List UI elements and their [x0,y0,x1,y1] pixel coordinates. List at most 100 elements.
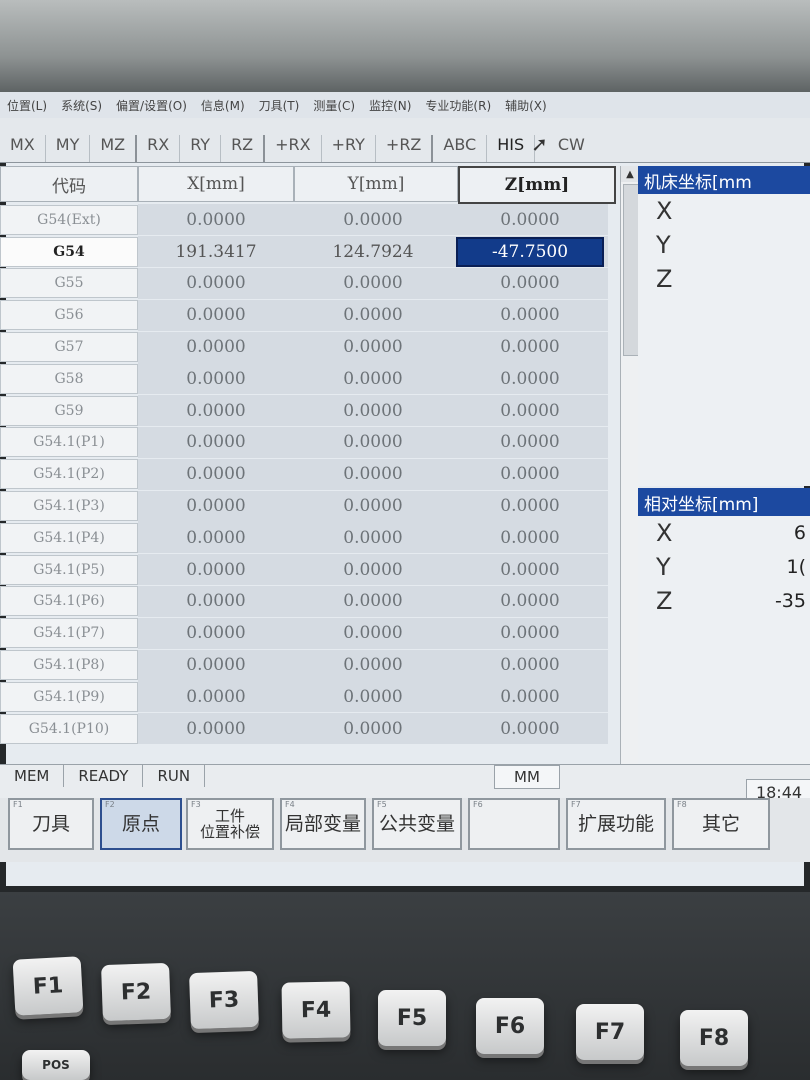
table-row[interactable]: G56 0.0000 0.0000 0.0000 [0,299,616,331]
axis-button-mz[interactable]: MZ [90,135,138,162]
axis-button-ry[interactable]: RY [180,135,222,162]
offset-code-cell[interactable]: G57 [0,332,138,363]
z-value-cell[interactable]: 0.0000 [452,649,608,681]
x-value-cell[interactable]: 0.0000 [138,204,294,236]
offset-code-cell[interactable]: G54.1(P7) [0,618,138,649]
table-row[interactable]: G54.1(P9) 0.0000 0.0000 0.0000 [0,681,616,713]
z-value-cell[interactable]: 0.0000 [452,585,608,617]
offset-code-cell[interactable]: G58 [0,363,138,394]
offset-code-cell[interactable]: G54.1(P6) [0,586,138,617]
axis-button-my[interactable]: MY [46,135,91,162]
x-value-cell[interactable]: 0.0000 [138,617,294,649]
z-value-cell[interactable]: 0.0000 [452,458,608,490]
table-row[interactable]: G54.1(P6) 0.0000 0.0000 0.0000 [0,585,616,618]
hardware-key-pos[interactable]: POS [22,1050,90,1080]
y-value-cell[interactable]: 0.0000 [294,554,452,586]
z-value-cell[interactable]: 0.0000 [452,331,608,363]
z-value-cell[interactable]: 0.0000 [452,204,608,236]
x-value-cell[interactable]: 191.3417 [138,236,294,268]
y-value-cell[interactable]: 0.0000 [294,363,452,395]
hardware-key-f4[interactable]: F4 [281,981,351,1039]
menu-item-position[interactable]: 位置(L) [0,97,54,114]
z-value-cell[interactable]: 0.0000 [452,522,608,554]
z-value-cell[interactable]: 0.0000 [452,713,608,745]
x-value-cell[interactable]: 0.0000 [138,426,294,458]
z-value-cell[interactable]: 0.0000 [452,363,608,395]
y-value-cell[interactable]: 0.0000 [294,617,452,649]
x-value-cell[interactable]: 0.0000 [138,490,294,522]
scroll-up-icon[interactable]: ▲ [621,166,639,182]
table-row[interactable]: G54.1(P7) 0.0000 0.0000 0.0000 [0,617,616,649]
x-value-cell[interactable]: 0.0000 [138,585,294,617]
y-value-cell[interactable]: 0.0000 [294,522,452,554]
axis-button-abc[interactable]: ABC [433,135,488,162]
menu-item-monitor[interactable]: 监控(N) [362,97,418,114]
hardware-key-f7[interactable]: F7 [576,1004,644,1060]
menu-item-measure[interactable]: 测量(C) [306,97,362,114]
z-value-cell[interactable]: 0.0000 [452,395,608,427]
x-value-cell[interactable]: 0.0000 [138,458,294,490]
header-z[interactable]: Z[mm] [458,166,616,204]
menu-item-system[interactable]: 系统(S) [54,97,109,114]
axis-button-plus-rz[interactable]: +RZ [376,135,434,162]
x-value-cell[interactable]: 0.0000 [138,363,294,395]
offset-code-cell[interactable]: G54 [0,236,138,267]
x-value-cell[interactable]: 0.0000 [138,522,294,554]
z-value-cell[interactable]: 0.0000 [452,426,608,458]
axis-button-rx[interactable]: RX [137,135,181,162]
offset-code-cell[interactable]: G55 [0,268,138,299]
axis-button-mx[interactable]: MX [0,135,46,162]
x-value-cell[interactable]: 0.0000 [138,713,294,745]
softkey-local-variables[interactable]: F4 局部变量 [280,798,366,850]
table-row[interactable]: G54.1(P5) 0.0000 0.0000 0.0000 [0,554,616,586]
offset-code-cell[interactable]: G54.1(P2) [0,459,138,490]
x-value-cell[interactable]: 0.0000 [138,331,294,363]
menu-item-special[interactable]: 专业功能(R) [418,97,498,114]
z-value-cell[interactable]: 0.0000 [452,681,608,713]
y-value-cell[interactable]: 0.0000 [294,395,452,427]
y-value-cell[interactable]: 0.0000 [294,331,452,363]
scroll-thumb[interactable] [623,184,639,356]
table-row[interactable]: G57 0.0000 0.0000 0.0000 [0,331,616,363]
offset-code-cell[interactable]: G54(Ext) [0,204,138,235]
offset-code-cell[interactable]: G54.1(P4) [0,522,138,553]
y-value-cell[interactable]: 0.0000 [294,267,452,299]
table-row[interactable]: G54.1(P4) 0.0000 0.0000 0.0000 [0,522,616,554]
axis-button-rz[interactable]: RZ [221,135,266,162]
y-value-cell[interactable]: 0.0000 [294,681,452,713]
softkey-empty[interactable]: F6 [468,798,560,850]
x-value-cell[interactable]: 0.0000 [138,299,294,331]
table-row[interactable]: G59 0.0000 0.0000 0.0000 [0,395,616,427]
axis-button-plus-ry[interactable]: +RY [322,135,376,162]
offset-code-cell[interactable]: G54.1(P1) [0,427,138,458]
table-row[interactable]: G55 0.0000 0.0000 0.0000 [0,267,616,300]
x-value-cell[interactable]: 0.0000 [138,681,294,713]
x-value-cell[interactable]: 0.0000 [138,649,294,681]
y-value-cell[interactable]: 0.0000 [294,649,452,681]
offset-code-cell[interactable]: G56 [0,300,138,331]
softkey-other[interactable]: F8 其它 [672,798,770,850]
softkey-workpiece-compensation[interactable]: F3 工件 位置补偿 [186,798,274,850]
x-value-cell[interactable]: 0.0000 [138,554,294,586]
menu-item-tool[interactable]: 刀具(T) [252,97,307,114]
y-value-cell[interactable]: 0.0000 [294,585,452,617]
table-row[interactable]: G54.1(P3) 0.0000 0.0000 0.0000 [0,490,616,522]
hardware-key-f2[interactable]: F2 [101,962,171,1022]
hardware-key-f6[interactable]: F6 [476,998,544,1054]
table-row[interactable]: G54.1(P1) 0.0000 0.0000 0.0000 [0,426,616,459]
axis-button-his[interactable]: HIS [487,135,536,162]
offset-code-cell[interactable]: G54.1(P9) [0,681,138,712]
offset-code-cell[interactable]: G54.1(P5) [0,554,138,585]
table-row[interactable]: G54 191.3417 124.7924 -47.7500 [0,236,616,268]
y-value-cell[interactable]: 0.0000 [294,458,452,490]
hardware-key-f1[interactable]: F1 [12,956,84,1016]
table-row[interactable]: G54(Ext) 0.0000 0.0000 0.0000 [0,204,616,236]
menu-item-auxiliary[interactable]: 辅助(X) [498,97,554,114]
table-row[interactable]: G54.1(P10) 0.0000 0.0000 0.0000 [0,713,616,745]
z-value-cell[interactable]: 0.0000 [452,554,608,586]
z-value-cell[interactable]: 0.0000 [452,299,608,331]
y-value-cell[interactable]: 0.0000 [294,426,452,458]
y-value-cell[interactable]: 124.7924 [294,236,452,268]
z-value-cell[interactable]: 0.0000 [452,267,608,299]
axis-button-plus-rx[interactable]: +RX [265,135,322,162]
